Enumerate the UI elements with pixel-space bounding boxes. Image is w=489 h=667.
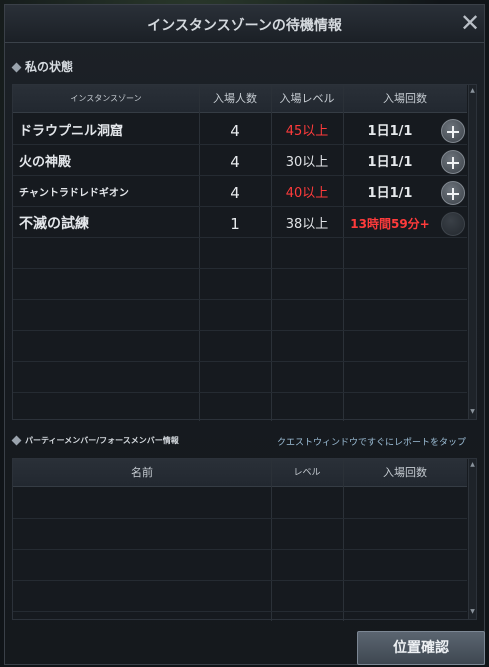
entry-times: 1日1/1 <box>367 124 413 139</box>
col-entry-times: 入場回数 <box>383 92 427 105</box>
party-heading: パーティーメンバー/フォースメンバー情報 <box>11 435 179 446</box>
col-party-entry-times: 入場回数 <box>383 466 427 479</box>
col-entry-count: 入場人数 <box>213 92 257 105</box>
col-level: レベル <box>293 468 321 478</box>
zone-name: チャントラドレドギオン <box>19 188 129 199</box>
add-entry-plus-icon[interactable] <box>441 181 465 205</box>
my-status-table: インスタンスゾーン 入場人数 入場レベル 入場回数 ドラウプニル洞窟 4 45以… <box>12 84 477 421</box>
zone-name: ドラウプニル洞窟 <box>19 124 124 139</box>
entry-count: 4 <box>230 122 240 140</box>
title-bar: インスタンスゾーンの待機情報 ✕ <box>5 5 484 43</box>
row-divider <box>13 518 467 519</box>
instance-zone-window: インスタンスゾーンの待機情報 ✕ 私の状態 インスタンスゾーン 入場人数 入場レ… <box>4 4 485 665</box>
entry-level: 30以上 <box>285 155 329 170</box>
entry-level: 45以上 <box>285 124 329 139</box>
row-divider <box>13 611 467 612</box>
zone-name: 火の神殿 <box>19 155 72 170</box>
row-divider <box>13 580 467 581</box>
scrollbar[interactable]: ▲ ▼ <box>468 85 476 419</box>
col-entry-level: 入場レベル <box>279 92 335 105</box>
my-status-heading-text: 私の状態 <box>25 60 74 74</box>
disabled-entry-icon <box>441 212 465 236</box>
row-divider <box>13 549 467 550</box>
my-status-heading: 私の状態 <box>11 58 74 75</box>
row-divider <box>13 268 467 269</box>
scroll-up-icon[interactable]: ▲ <box>469 460 476 470</box>
entry-times: 1日1/1 <box>367 186 413 201</box>
diamond-icon <box>11 62 22 73</box>
scroll-down-icon[interactable]: ▼ <box>469 607 476 617</box>
window-title: インスタンスゾーンの待機情報 <box>147 18 342 34</box>
entry-times: 1日1/1 <box>367 155 413 170</box>
column-divider <box>271 459 272 621</box>
my-status-table-header: インスタンスゾーン 入場人数 入場レベル 入場回数 <box>13 85 467 113</box>
column-divider <box>343 85 344 421</box>
party-scrollbar[interactable]: ▲ ▼ <box>468 459 476 619</box>
quest-report-link[interactable]: クエストウィンドウですぐにレポートをタップ <box>277 435 466 448</box>
row-divider <box>13 330 467 331</box>
entry-count: 1 <box>230 215 240 233</box>
row-divider <box>13 361 467 362</box>
close-icon[interactable]: ✕ <box>457 10 483 36</box>
entry-level: 40以上 <box>285 186 329 201</box>
party-table: 名前 レベル 入場回数 ▲ ▼ <box>12 458 477 621</box>
entry-cooldown: 13時間59分+ <box>350 217 430 231</box>
scroll-up-icon[interactable]: ▲ <box>469 86 476 96</box>
add-entry-plus-icon[interactable] <box>441 119 465 143</box>
entry-level: 38以上 <box>285 217 329 232</box>
party-heading-text: パーティーメンバー/フォースメンバー情報 <box>25 436 179 445</box>
column-divider <box>343 459 344 621</box>
entry-count: 4 <box>230 153 240 171</box>
add-entry-plus-icon[interactable] <box>441 150 465 174</box>
entry-count: 4 <box>230 184 240 202</box>
location-confirm-button[interactable]: 位置確認 <box>357 631 485 665</box>
col-instance-zone: インスタンスゾーン <box>70 94 142 103</box>
party-table-header: 名前 レベル 入場回数 <box>13 459 467 487</box>
col-name: 名前 <box>131 466 153 479</box>
diamond-icon <box>11 435 22 446</box>
row-divider <box>13 299 467 300</box>
zone-name: 不滅の試練 <box>19 216 89 232</box>
scroll-down-icon[interactable]: ▼ <box>469 407 476 417</box>
row-divider <box>13 392 467 393</box>
